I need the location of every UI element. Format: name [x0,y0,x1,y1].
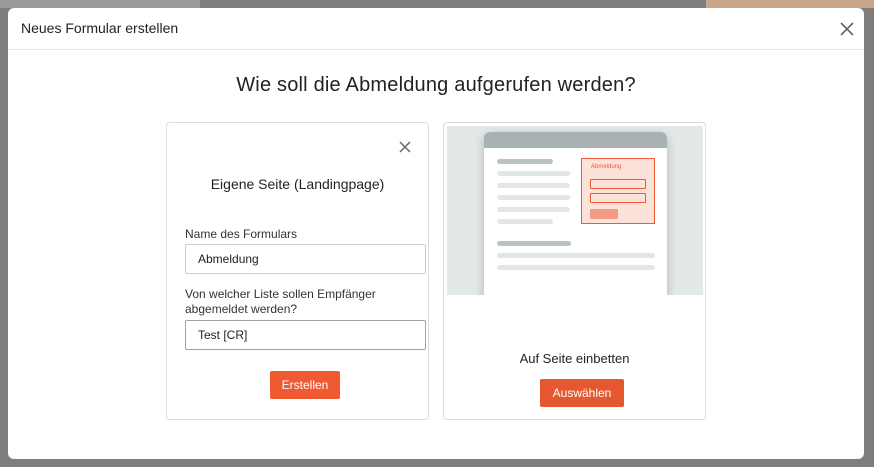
landingpage-card: Eigene Seite (Landingpage) Name des Form… [166,122,429,420]
form-name-input[interactable] [185,244,426,274]
backdrop-strip [706,0,874,8]
modal-title: Neues Formular erstellen [21,20,179,36]
mockup-button [590,209,618,219]
mockup-line [497,183,570,188]
mockup-line [497,171,570,176]
mockup-line [497,241,571,246]
card-title: Eigene Seite (Landingpage) [210,176,385,192]
close-icon[interactable] [838,20,856,38]
mockup-form: Abmeldung [581,158,655,224]
list-select-input[interactable] [185,320,426,350]
question-heading: Wie soll die Abmeldung aufgerufen werden… [236,74,636,96]
mockup-line [497,253,655,258]
backdrop-strip [0,0,200,8]
mockup-header-bar [484,132,667,148]
mockup-line [497,207,570,212]
mockup-field [590,193,646,203]
mockup-form-title: Abmeldung [591,164,622,170]
mockup-line [497,265,655,270]
card-title: Auf Seite einbetten [519,351,630,366]
embed-card[interactable]: Abmeldung Auf Seite einbetten Auswählen [443,122,706,420]
create-form-modal: Neues Formular erstellen Wie soll die Ab… [8,8,864,459]
create-button[interactable]: Erstellen [270,371,340,399]
mockup-line [497,159,553,164]
close-icon[interactable] [398,140,412,154]
embed-preview-illustration: Abmeldung [447,126,703,295]
select-button[interactable]: Auswählen [540,379,624,407]
mockup-line [497,219,553,224]
list-select-label: Von welcher Liste sollen Empfänger abgem… [185,287,376,316]
mockup-line [497,195,570,200]
form-name-label: Name des Formulars [185,227,298,241]
modal-header: Neues Formular erstellen [8,8,864,50]
page-mockup: Abmeldung [484,132,667,295]
mockup-field [590,179,646,189]
